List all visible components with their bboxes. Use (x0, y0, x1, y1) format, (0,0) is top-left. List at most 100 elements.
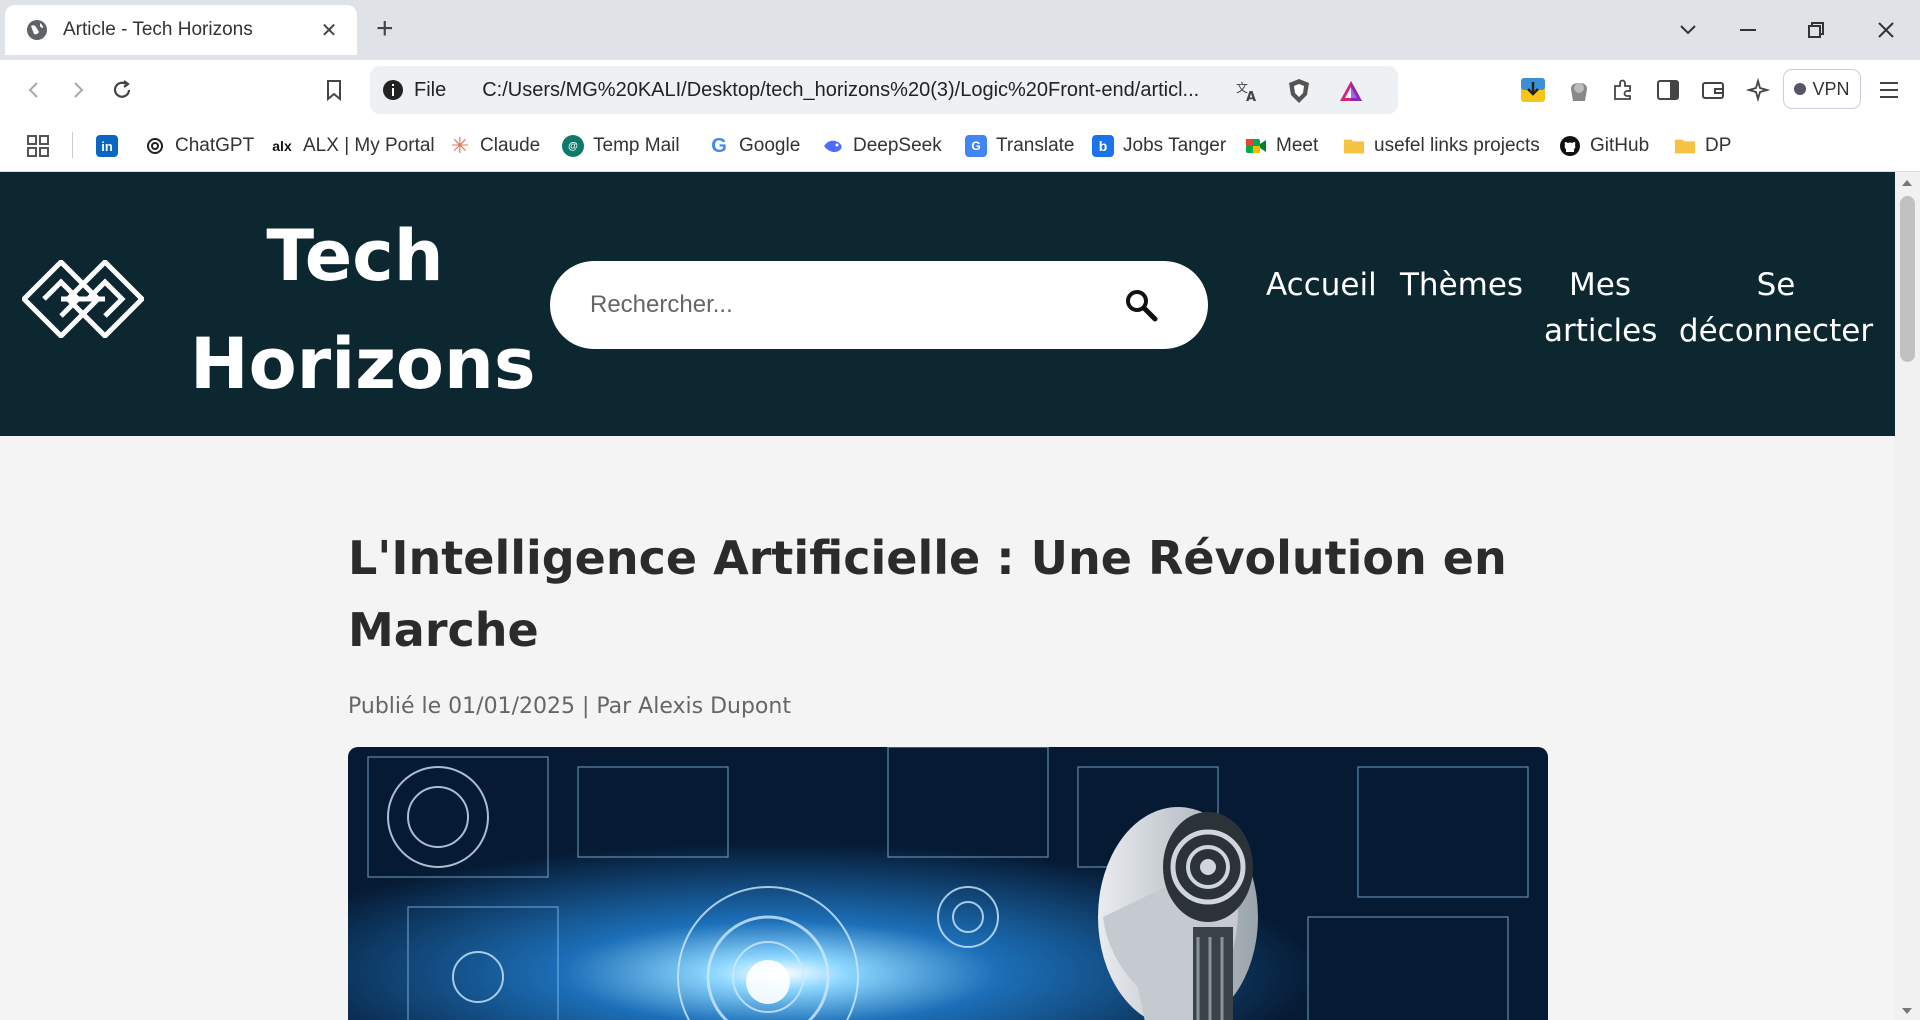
bookmarks-bar: in ChatGPT alx ALX | My Portal ✳ Claude … (0, 120, 1920, 172)
tab-close-icon[interactable]: ✕ (317, 18, 341, 43)
globe-icon (27, 20, 47, 40)
bookmark-label: GitHub (1590, 135, 1650, 156)
brave-shield-icon[interactable] (1286, 78, 1312, 104)
forward-icon[interactable] (62, 74, 94, 106)
scrollbar-thumb[interactable] (1900, 196, 1915, 362)
bookmark-temp-mail[interactable]: @ Temp Mail (562, 132, 680, 160)
close-window-icon[interactable] (1866, 12, 1906, 48)
bookmark-folder-dp[interactable]: DP (1674, 132, 1731, 160)
google-icon: G (711, 134, 727, 157)
bookmark-claude[interactable]: ✳ Claude (449, 132, 540, 160)
bookmark-label: ChatGPT (175, 135, 255, 156)
bookmark-label: usefel links projects (1374, 135, 1540, 156)
new-tab-button[interactable]: + (376, 14, 394, 44)
back-icon[interactable] (18, 74, 50, 106)
apps-grid-icon[interactable] (26, 132, 50, 160)
article-title-line2: Marche (348, 603, 539, 657)
bookmark-label: Claude (480, 135, 541, 156)
site-title[interactable]: Tech Horizons (190, 202, 536, 418)
bookmark-github[interactable]: GitHub (1559, 132, 1649, 160)
nav-my-articles-line2: articles (1544, 313, 1658, 349)
tempmail-icon: @ (562, 135, 584, 157)
wallet-icon[interactable] (1699, 76, 1727, 104)
tab-title: Article - Tech Horizons (63, 19, 253, 40)
leo-ai-icon[interactable] (1744, 76, 1772, 104)
vpn-status-icon (1794, 83, 1807, 95)
bookmark-meet[interactable]: Meet (1245, 132, 1318, 160)
robot-head (1098, 807, 1258, 1020)
restore-icon[interactable] (1796, 12, 1836, 48)
article-title: L'Intelligence Artificielle : Une Révolu… (348, 522, 1548, 666)
translate-page-icon[interactable]: 文A (1234, 78, 1260, 104)
bookmark-label: Translate (996, 135, 1075, 156)
sidebar-toggle-icon[interactable] (1654, 76, 1682, 104)
bookmark-label: Jobs Tanger (1123, 135, 1227, 156)
menu-icon[interactable] (1875, 76, 1903, 104)
bookmark-linkedin[interactable]: in (96, 132, 127, 160)
bookmark-jobs-tanger[interactable]: b Jobs Tanger (1092, 132, 1226, 160)
brave-rewards-icon[interactable] (1338, 78, 1364, 104)
bookmark-label: DP (1705, 135, 1732, 156)
folder-icon (1674, 135, 1696, 157)
tab-search-chevron-icon[interactable] (1668, 12, 1708, 48)
search-input[interactable] (590, 285, 1110, 325)
vpn-label: VPN (1812, 78, 1850, 99)
deepseek-icon (822, 135, 844, 157)
address-bar[interactable]: File C:/Users/MG%20KALI/Desktop/tech_hor… (370, 66, 1398, 114)
svg-text:A: A (1246, 90, 1256, 103)
reload-icon[interactable] (106, 74, 138, 106)
bookmark-translate[interactable]: G Translate (965, 132, 1075, 160)
bookmark-label: Google (739, 135, 801, 156)
bookmark-page-icon[interactable] (318, 74, 350, 106)
vpn-button[interactable]: VPN (1783, 69, 1861, 109)
tab-strip: Article - Tech Horizons ✕ + (0, 0, 1920, 60)
search-icon[interactable] (1121, 285, 1161, 325)
ai-robot-illustration (348, 747, 1548, 1020)
linkedin-icon: in (96, 135, 118, 157)
bookmarks-divider (72, 132, 73, 158)
bookmark-label: Meet (1276, 135, 1319, 156)
bookmark-deepseek[interactable]: DeepSeek (822, 132, 942, 160)
url-scheme: File (414, 78, 447, 101)
site-title-line1: Tech (266, 215, 444, 297)
nav-logout-line2: déconnecter (1678, 313, 1874, 349)
bookmark-label: ALX | My Portal (303, 135, 435, 156)
article-title-line1: L'Intelligence Artificielle : Une Révolu… (348, 531, 1507, 585)
scroll-down-icon[interactable] (1901, 1006, 1913, 1016)
bookmark-folder-usefel[interactable]: usefel links projects (1343, 132, 1540, 160)
site-header: Tech Horizons Accueil Thèmes Mes article… (0, 172, 1895, 436)
github-icon (1559, 135, 1581, 157)
nav-home-link[interactable]: Accueil (1266, 262, 1377, 308)
bookmark-google[interactable]: G Google (708, 132, 800, 160)
hand-extension-icon[interactable] (1565, 76, 1593, 104)
article-hero-image (348, 747, 1548, 1020)
meet-icon (1245, 135, 1267, 157)
bookmark-label: Temp Mail (593, 135, 680, 156)
page-viewport: Tech Horizons Accueil Thèmes Mes article… (0, 172, 1895, 1020)
info-icon[interactable] (382, 79, 404, 101)
minimize-icon[interactable] (1728, 12, 1768, 48)
article-meta: Publié le 01/01/2025 | Par Alexis Dupont (348, 694, 791, 719)
site-title-line2: Horizons (190, 323, 536, 405)
nav-my-articles-line1: Mes (1569, 267, 1631, 303)
page-scrollbar[interactable] (1895, 172, 1920, 1020)
browser-tab-active[interactable]: Article - Tech Horizons ✕ (5, 5, 357, 55)
nav-my-articles-link[interactable]: Mes articles (1544, 262, 1658, 354)
claude-icon: ✳ (450, 133, 470, 158)
bookmark-alx[interactable]: alx ALX | My Portal (270, 132, 435, 160)
folder-icon (1343, 135, 1365, 157)
site-logo-icon[interactable] (22, 260, 144, 338)
bookmark-chatgpt[interactable]: ChatGPT (144, 132, 254, 160)
scroll-up-icon[interactable] (1901, 178, 1913, 188)
url-text[interactable]: C:/Users/MG%20KALI/Desktop/tech_horizons… (482, 79, 1257, 102)
extensions-puzzle-icon[interactable] (1609, 76, 1637, 104)
nav-logout-link[interactable]: Se déconnecter (1676, 262, 1876, 354)
download-extension-icon[interactable] (1519, 76, 1547, 104)
nav-logout-line1: Se (1756, 267, 1796, 303)
bookmark-label: DeepSeek (853, 135, 942, 156)
alx-icon: alx (272, 138, 292, 154)
search-box (550, 261, 1208, 349)
nav-themes-link[interactable]: Thèmes (1400, 262, 1523, 308)
jobs-icon: b (1092, 135, 1114, 157)
browser-toolbar: File C:/Users/MG%20KALI/Desktop/tech_hor… (0, 60, 1920, 120)
